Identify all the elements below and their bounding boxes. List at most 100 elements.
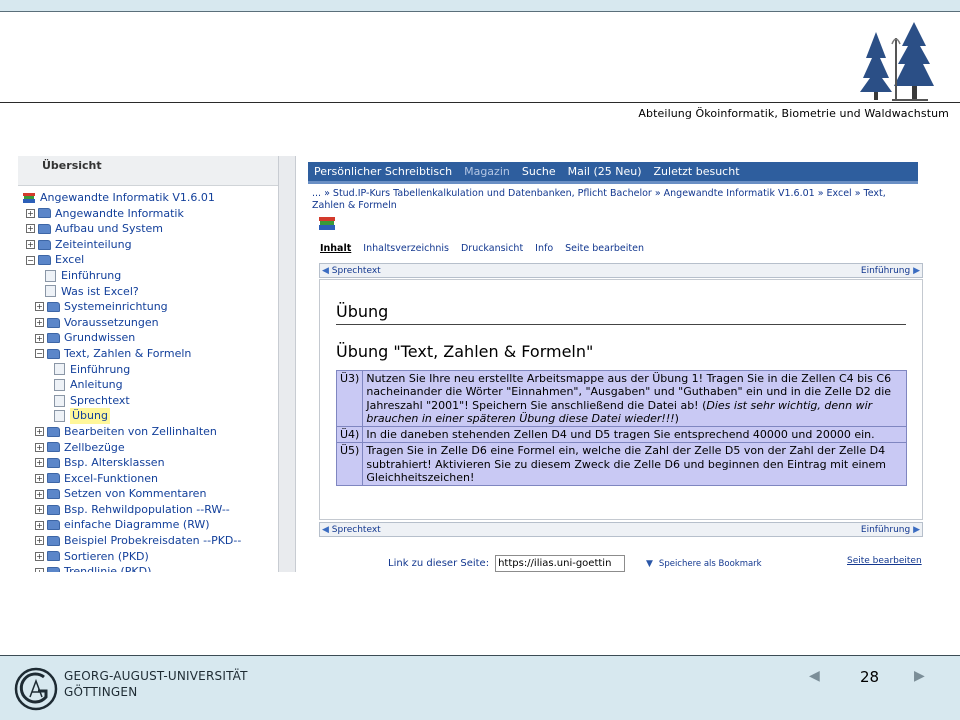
tree-item[interactable]: + Angewandte Informatik bbox=[18, 206, 278, 222]
expand-icon[interactable]: + bbox=[35, 536, 44, 546]
expand-icon[interactable]: + bbox=[35, 442, 44, 452]
tree-item[interactable]: + Setzen von Kommentaren bbox=[18, 486, 278, 502]
tree-item[interactable]: + Bsp. Rehwildpopulation --RW-- bbox=[18, 502, 278, 518]
tree-item[interactable]: + Zellbezüge bbox=[18, 440, 278, 456]
folder-icon bbox=[38, 208, 51, 219]
tree-item[interactable]: Angewandte Informatik V1.6.01 bbox=[18, 190, 278, 206]
next-page-link[interactable]: Einführung ▶ bbox=[861, 266, 920, 276]
frame-splitter[interactable] bbox=[278, 156, 296, 572]
expand-icon[interactable]: + bbox=[35, 520, 44, 530]
page-icon bbox=[54, 394, 65, 407]
menu-item[interactable]: Suche bbox=[522, 165, 556, 178]
menu-item[interactable]: Magazin bbox=[464, 165, 510, 178]
folder-icon bbox=[47, 535, 60, 546]
collapse-icon[interactable]: − bbox=[26, 255, 35, 265]
tree-item[interactable]: + Sortieren (PKD) bbox=[18, 549, 278, 565]
expand-icon[interactable]: + bbox=[26, 240, 35, 250]
tree-item-label: Übung bbox=[70, 408, 110, 424]
tree-item[interactable]: − Excel bbox=[18, 252, 278, 268]
header-rule bbox=[0, 102, 960, 103]
tree-item[interactable]: + Grundwissen bbox=[18, 330, 278, 346]
breadcrumb[interactable]: ... » Stud.IP-Kurs Tabellenkalkulation u… bbox=[312, 188, 902, 212]
tab-4[interactable]: Seite bearbeiten bbox=[565, 243, 644, 254]
expand-icon[interactable]: + bbox=[35, 302, 44, 312]
page-number: 28 bbox=[860, 668, 880, 686]
exercise-text: Tragen Sie in Zelle D6 eine Formel ein, … bbox=[362, 442, 907, 487]
dropdown-triangle-icon: ▼ bbox=[646, 559, 653, 569]
tree-item-label: Zeiteinteilung bbox=[55, 237, 132, 251]
tab-2[interactable]: Druckansicht bbox=[461, 243, 523, 254]
expand-icon[interactable]: + bbox=[35, 567, 44, 572]
menu-item[interactable]: Zuletzt besucht bbox=[654, 165, 740, 178]
tree-item-label: Sprechtext bbox=[70, 393, 130, 407]
menu-item[interactable]: Persönlicher Schreibtisch bbox=[314, 165, 452, 178]
prev-page-link[interactable]: ◀ Sprechtext bbox=[322, 266, 381, 276]
exercise-table: Ü3) Nutzen Sie Ihre neu erstellte Arbeits… bbox=[335, 369, 907, 487]
tree-item[interactable]: Einführung bbox=[18, 362, 278, 378]
tree-item-label: Bsp. Rehwildpopulation --RW-- bbox=[64, 502, 230, 516]
right-triangle-icon: ▶ bbox=[913, 265, 920, 276]
university-name-line2: GÖTTINGEN bbox=[64, 685, 138, 699]
expand-icon[interactable]: + bbox=[26, 224, 35, 234]
tab-0[interactable]: Inhalt bbox=[320, 243, 351, 254]
menu-item[interactable]: Mail (25 Neu) bbox=[568, 165, 642, 178]
expand-icon[interactable]: + bbox=[35, 427, 44, 437]
right-triangle-icon[interactable]: ▶ bbox=[914, 668, 925, 684]
tab-3[interactable]: Info bbox=[535, 243, 553, 254]
next-page-label: Einführung bbox=[860, 265, 911, 276]
university-name: GEORG-AUGUST-UNIVERSITÄT GÖTTINGEN bbox=[64, 668, 248, 700]
collapse-icon[interactable]: − bbox=[35, 349, 44, 359]
permalink-input[interactable] bbox=[495, 555, 626, 572]
forest-trees-logo bbox=[860, 22, 934, 101]
expand-icon[interactable]: + bbox=[35, 505, 44, 515]
exercise-code: Ü5) bbox=[335, 442, 364, 487]
tree-item[interactable]: Was ist Excel? bbox=[18, 284, 278, 300]
tree-item-label: Setzen von Kommentaren bbox=[64, 487, 207, 501]
tree-item[interactable]: + Bsp. Altersklassen bbox=[18, 455, 278, 471]
prev-page-link[interactable]: ◀ Sprechtext bbox=[322, 525, 381, 535]
folder-icon bbox=[47, 426, 60, 437]
expand-icon[interactable]: + bbox=[35, 458, 44, 468]
left-triangle-icon[interactable]: ◀ bbox=[809, 668, 820, 684]
expand-icon[interactable]: + bbox=[35, 318, 44, 328]
main-menu-bar: Persönlicher Schreibtisch Magazin Suche Mai… bbox=[308, 162, 918, 184]
exercise-text: Nutzen Sie Ihre neu erstellte Arbeitsmap… bbox=[362, 369, 907, 428]
tree-item[interactable]: + Systemeinrichtung bbox=[18, 299, 278, 315]
tree-item[interactable]: Sprechtext bbox=[18, 393, 278, 409]
bookmark-link[interactable]: ▼ Speichere als Bookmark bbox=[646, 559, 762, 569]
tree-item[interactable]: + Trendlinie (PKD) bbox=[18, 564, 278, 572]
expand-icon[interactable]: + bbox=[35, 473, 44, 483]
folder-icon bbox=[38, 255, 51, 266]
expand-icon[interactable]: + bbox=[26, 208, 35, 218]
tree-item[interactable]: + einfache Diagramme (RW) bbox=[18, 517, 278, 533]
slide-footer: GEORG-AUGUST-UNIVERSITÄT GÖTTINGEN ◀ 28 … bbox=[0, 655, 960, 720]
tree-item[interactable]: Anleitung bbox=[18, 377, 278, 393]
tree-item[interactable]: + Bearbeiten von Zellinhalten bbox=[18, 424, 278, 440]
right-triangle-icon: ▶ bbox=[913, 524, 920, 535]
tree-item-label: Angewandte Informatik V1.6.01 bbox=[40, 191, 215, 204]
permalink-label: Link zu dieser Seite: bbox=[388, 558, 490, 569]
page-icon bbox=[45, 269, 56, 282]
tab-1[interactable]: Inhaltsverzeichnis bbox=[363, 243, 449, 254]
tree-item[interactable]: + Aufbau und System bbox=[18, 221, 278, 237]
edit-page-link[interactable]: Seite bearbeiten bbox=[847, 556, 922, 566]
tree-item[interactable]: − Text, Zahlen & Formeln bbox=[18, 346, 278, 362]
tree-item-label: Beispiel Probekreisdaten --PKD-- bbox=[64, 534, 242, 548]
permalink-row: Link zu dieser Seite: bbox=[388, 555, 626, 572]
tree-item[interactable]: + Excel-Funktionen bbox=[18, 471, 278, 487]
next-page-link[interactable]: Einführung ▶ bbox=[861, 525, 920, 535]
tree-item[interactable]: Übung bbox=[18, 408, 278, 424]
tree-item[interactable]: + Voraussetzungen bbox=[18, 315, 278, 331]
tree-item[interactable]: + Beispiel Probekreisdaten --PKD-- bbox=[18, 533, 278, 549]
university-name-line1: GEORG-AUGUST-UNIVERSITÄT bbox=[64, 669, 248, 683]
content-heading: Übung bbox=[336, 302, 389, 321]
expand-icon[interactable]: + bbox=[35, 333, 44, 343]
expand-icon[interactable]: + bbox=[35, 489, 44, 499]
books-icon bbox=[319, 217, 335, 230]
exercise-text: In die daneben stehenden Zellen D4 und D… bbox=[362, 426, 907, 444]
expand-icon[interactable]: + bbox=[35, 551, 44, 561]
tree-item-label: Anleitung bbox=[70, 378, 123, 392]
folder-icon bbox=[47, 317, 60, 328]
tree-item[interactable]: + Zeiteinteilung bbox=[18, 237, 278, 253]
tree-item[interactable]: Einführung bbox=[18, 268, 278, 284]
